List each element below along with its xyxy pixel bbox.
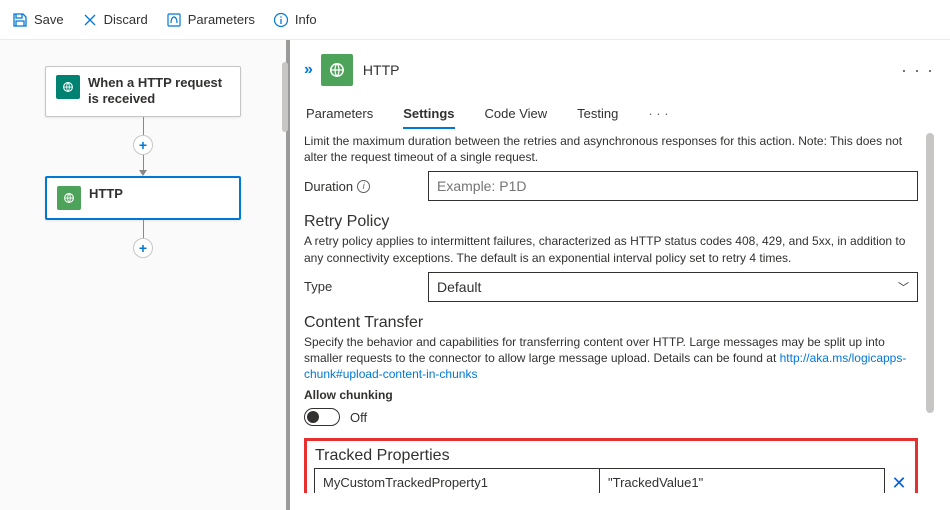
command-bar: Save Discard Parameters Info <box>0 0 950 40</box>
allow-chunking-label: Allow chunking <box>304 388 918 402</box>
tracked-properties-heading: Tracked Properties <box>315 447 907 465</box>
discard-button[interactable]: Discard <box>82 12 148 28</box>
add-step-button-2[interactable]: + <box>133 238 153 258</box>
info-icon[interactable]: i <box>357 180 370 193</box>
allow-chunking-state: Off <box>350 410 367 425</box>
panel-title: HTTP <box>363 62 400 78</box>
canvas-scrollbar-thumb[interactable] <box>282 62 288 132</box>
collapse-panel-button[interactable]: » <box>304 61 311 79</box>
panel-scrollbar[interactable] <box>926 133 934 493</box>
parameters-label: Parameters <box>188 12 255 27</box>
panel-tabs: Parameters Settings Code View Testing · … <box>304 106 934 129</box>
request-icon <box>56 75 80 99</box>
http-action-title: HTTP <box>89 186 123 202</box>
http-icon <box>57 186 81 210</box>
designer-canvas[interactable]: When a HTTP request is received + HTTP + <box>0 40 290 510</box>
tab-code-view[interactable]: Code View <box>485 106 548 129</box>
discard-label: Discard <box>104 12 148 27</box>
retry-policy-description: A retry policy applies to intermittent f… <box>304 233 918 265</box>
http-action-card[interactable]: HTTP <box>45 176 241 220</box>
delete-tracked-property-button[interactable]: ✕ <box>885 473 906 493</box>
connector-2: + <box>133 220 153 258</box>
close-icon <box>82 12 98 28</box>
tabs-more-button[interactable]: · · · <box>648 106 668 129</box>
add-step-button-1[interactable]: + <box>133 135 153 155</box>
panel-more-button[interactable]: · · · <box>901 60 934 81</box>
settings-scroll: Limit the maximum duration between the r… <box>304 133 934 493</box>
content-transfer-heading: Content Transfer <box>304 314 918 332</box>
duration-label: Duration i <box>304 179 416 194</box>
parameters-button[interactable]: Parameters <box>166 12 255 28</box>
save-button[interactable]: Save <box>12 12 64 28</box>
tab-settings[interactable]: Settings <box>403 106 454 129</box>
allow-chunking-toggle[interactable] <box>304 408 340 426</box>
info-icon <box>273 12 289 28</box>
info-label: Info <box>295 12 317 27</box>
duration-input[interactable] <box>428 171 918 201</box>
tracked-properties-grid: MyCustomTrackedProperty1 "TrackedValue1"… <box>315 469 907 493</box>
canvas-scrollbar[interactable] <box>282 40 288 510</box>
info-button[interactable]: Info <box>273 12 317 28</box>
tracked-property-value[interactable]: "TrackedValue1" <box>599 468 885 493</box>
panel-scrollbar-thumb[interactable] <box>926 133 934 413</box>
duration-description: Limit the maximum duration between the r… <box>304 133 918 165</box>
retry-policy-heading: Retry Policy <box>304 213 918 231</box>
type-label: Type <box>304 279 416 294</box>
tracked-properties-highlight: Tracked Properties MyCustomTrackedProper… <box>304 438 918 493</box>
save-label: Save <box>34 12 64 27</box>
chevron-down-icon: ﹀ <box>898 279 909 295</box>
parameters-icon <box>166 12 182 28</box>
trigger-card[interactable]: When a HTTP request is received <box>45 66 241 117</box>
content-transfer-description: Specify the behavior and capabilities fo… <box>304 334 918 383</box>
tab-testing[interactable]: Testing <box>577 106 618 129</box>
retry-type-value: Default <box>437 279 481 295</box>
tracked-property-key[interactable]: MyCustomTrackedProperty1 <box>314 468 600 493</box>
http-icon <box>321 54 353 86</box>
trigger-title: When a HTTP request is received <box>88 75 230 108</box>
save-icon <box>12 12 28 28</box>
tab-parameters[interactable]: Parameters <box>306 106 373 129</box>
connector-1: + <box>133 117 153 176</box>
retry-type-select[interactable]: Default ﹀ <box>428 272 918 302</box>
details-panel: » HTTP · · · Parameters Settings Code Vi… <box>290 40 950 510</box>
